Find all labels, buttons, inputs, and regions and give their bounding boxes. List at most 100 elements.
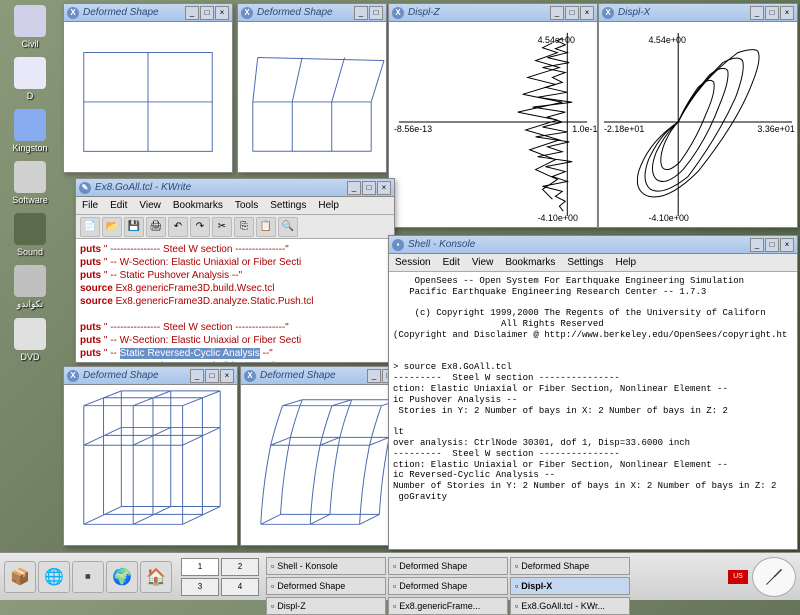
y-bot-label: -4.10e+00: [538, 213, 578, 223]
x-right-label: 3.36e+01: [757, 124, 794, 134]
copy-button[interactable]: ⎘: [234, 217, 254, 237]
task-button[interactable]: ▫Deformed Shape: [388, 577, 508, 595]
x-left-label: -2.18e+01: [604, 124, 644, 134]
app-icon: ✎: [79, 182, 91, 194]
task-button[interactable]: ▫Deformed Shape: [510, 557, 630, 575]
plot-canvas: [64, 385, 237, 545]
window-deformed-3[interactable]: X Deformed Shape _ □ ×: [63, 366, 238, 546]
editor-textarea[interactable]: puts " --------------- Steel W section -…: [76, 239, 394, 362]
clock-icon[interactable]: [752, 557, 796, 597]
menu-help[interactable]: Help: [609, 257, 642, 268]
task-button[interactable]: ▫Shell - Konsole: [266, 557, 386, 575]
desktop-icon-sound[interactable]: Sound: [5, 213, 55, 257]
close-button[interactable]: ×: [580, 6, 594, 20]
undo-button[interactable]: ↶: [168, 217, 188, 237]
icon-label: Kingston: [12, 143, 47, 153]
window-displ-z[interactable]: X Displ-Z _ □ × 4.54e+00 -4.10e+00 -8.56…: [388, 3, 598, 228]
task-icon: ▫: [271, 601, 274, 611]
task-button[interactable]: ▫Deformed Shape: [388, 557, 508, 575]
minimize-button[interactable]: _: [190, 369, 204, 383]
maximize-button[interactable]: □: [200, 6, 214, 20]
task-label: Ex8.GoAll.tcl - KWr...: [521, 601, 605, 611]
close-button[interactable]: ×: [220, 369, 234, 383]
menu-bookmarks[interactable]: Bookmarks: [167, 200, 229, 211]
menu-file[interactable]: File: [76, 200, 104, 211]
minimize-button[interactable]: _: [550, 6, 564, 20]
icon-label: تكواندو: [17, 299, 43, 310]
icon-label: Software: [12, 195, 48, 205]
redo-button[interactable]: ↷: [190, 217, 210, 237]
task-button[interactable]: ▫Deformed Shape: [266, 577, 386, 595]
menu-edit[interactable]: Edit: [104, 200, 133, 211]
terminal-button[interactable]: ▪️: [72, 561, 104, 593]
terminal-output[interactable]: OpenSees -- Open System For Earthquake E…: [389, 272, 797, 549]
menu-settings[interactable]: Settings: [561, 257, 609, 268]
pager-desktop-3[interactable]: 3: [181, 578, 219, 596]
open-button[interactable]: 📂: [102, 217, 122, 237]
maximize-button[interactable]: □: [205, 369, 219, 383]
pager-desktop-2[interactable]: 2: [221, 558, 259, 576]
menu-settings[interactable]: Settings: [264, 200, 312, 211]
window-deformed-1[interactable]: X Deformed Shape _ □ ×: [63, 3, 233, 173]
print-button[interactable]: 🖨: [146, 217, 166, 237]
menu-session[interactable]: Session: [389, 257, 437, 268]
window-konsole[interactable]: ▪ Shell - Konsole _ □ × SessionEditViewB…: [388, 235, 798, 550]
close-button[interactable]: ×: [780, 238, 794, 252]
task-button[interactable]: ▫Ex8.genericFrame...: [388, 597, 508, 615]
kmenu-button[interactable]: 📦: [4, 561, 36, 593]
menu-bookmarks[interactable]: Bookmarks: [499, 257, 561, 268]
desktop-icon-dvd[interactable]: DVD: [5, 318, 55, 362]
window-displ-x[interactable]: X Displ-X _ □ × 4.54e+00 -4.10e+00 -2.18…: [598, 3, 798, 228]
minimize-button[interactable]: _: [354, 6, 368, 20]
cut-button[interactable]: ✂: [212, 217, 232, 237]
minimize-button[interactable]: _: [367, 369, 381, 383]
desktop-icon-kingston[interactable]: Kingston: [5, 109, 55, 153]
minimize-button[interactable]: _: [185, 6, 199, 20]
task-button[interactable]: ▫Displ-X: [510, 577, 630, 595]
minimize-button[interactable]: _: [347, 181, 361, 195]
task-button[interactable]: ▫Ex8.GoAll.tcl - KWr...: [510, 597, 630, 615]
window-title: Displ-Z: [408, 7, 550, 18]
task-button[interactable]: ▫Displ-Z: [266, 597, 386, 615]
home-button[interactable]: 🏠: [140, 561, 172, 593]
desktop-icon-d[interactable]: D: [5, 57, 55, 101]
maximize-button[interactable]: □: [369, 6, 383, 20]
maximize-button[interactable]: □: [765, 238, 779, 252]
menu-view[interactable]: View: [133, 200, 167, 211]
task-label: Deformed Shape: [399, 581, 467, 591]
paste-button[interactable]: 📋: [256, 217, 276, 237]
icon-label: Sound: [17, 247, 43, 257]
desktop-icon-arabic[interactable]: تكواندو: [5, 265, 55, 310]
close-button[interactable]: ×: [780, 6, 794, 20]
desktop-icon-civil[interactable]: Civil: [5, 5, 55, 49]
new-button[interactable]: 📄: [80, 217, 100, 237]
menu-help[interactable]: Help: [312, 200, 345, 211]
save-button[interactable]: 💾: [124, 217, 144, 237]
find-button[interactable]: 🔍: [278, 217, 298, 237]
sound-icon: [14, 213, 46, 245]
window-kwrite[interactable]: ✎ Ex8.GoAll.tcl - KWrite _ □ × FileEditV…: [75, 178, 395, 363]
icon-label: D: [27, 91, 34, 101]
window-deformed-2[interactable]: X Deformed Shape _ □: [237, 3, 387, 173]
y-bot-label: -4.10e+00: [649, 213, 689, 223]
maximize-button[interactable]: □: [765, 6, 779, 20]
app-icon: X: [67, 370, 79, 382]
window-title: Displ-X: [618, 7, 750, 18]
x-right-label: 1.0e-13: [572, 124, 597, 134]
close-button[interactable]: ×: [377, 181, 391, 195]
browser-button[interactable]: 🌍: [106, 561, 138, 593]
keyboard-layout-indicator[interactable]: US: [728, 570, 748, 584]
pager-desktop-4[interactable]: 4: [221, 578, 259, 596]
desktop-icon-software[interactable]: Software: [5, 161, 55, 205]
close-button[interactable]: ×: [215, 6, 229, 20]
menu-view[interactable]: View: [466, 257, 500, 268]
world-button[interactable]: 🌐: [38, 561, 70, 593]
menu-tools[interactable]: Tools: [229, 200, 264, 211]
minimize-button[interactable]: _: [750, 238, 764, 252]
maximize-button[interactable]: □: [362, 181, 376, 195]
desktop-pager: 1234: [180, 557, 260, 597]
menu-edit[interactable]: Edit: [437, 257, 466, 268]
minimize-button[interactable]: _: [750, 6, 764, 20]
maximize-button[interactable]: □: [565, 6, 579, 20]
pager-desktop-1[interactable]: 1: [181, 558, 219, 576]
